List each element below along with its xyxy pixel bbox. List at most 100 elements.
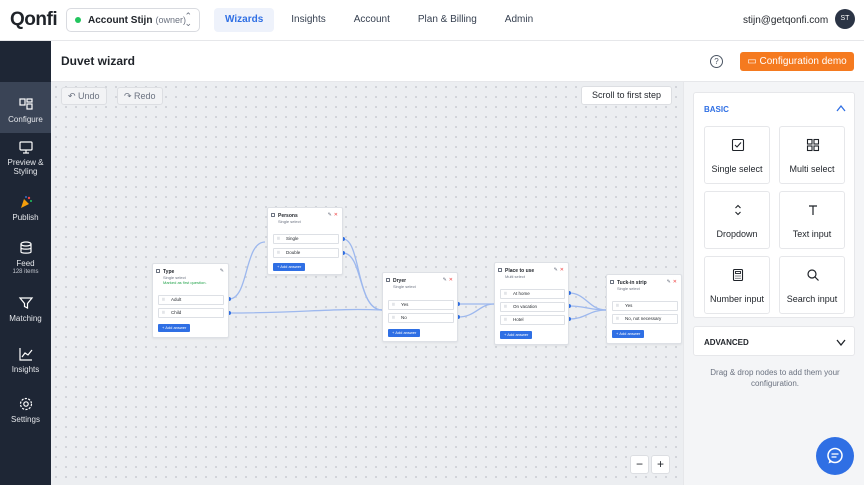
sidebar-item-insights[interactable]: Insights [0,346,51,378]
sidebar-item-label: Publish [12,213,39,222]
page-header: Duvet wizard ? ▭ Configuration demo [51,41,864,82]
card-label: Single select [711,164,763,174]
checkbox-icon [610,280,614,284]
feed-count: 128 items [12,269,39,275]
answer-item[interactable]: Single [273,234,339,244]
tab-account[interactable]: Account [343,8,401,32]
tab-insights[interactable]: Insights [280,8,336,32]
sidebar-item-label: Insights [11,365,40,374]
sidebar-item-label: Matching [9,314,42,323]
sidebar-item-settings[interactable]: Settings [0,396,51,428]
chevron-updown-icon: ⌃ ⌄ [184,11,192,28]
zoom-in-button[interactable]: + [651,455,670,474]
calculator-icon [732,268,744,282]
answer-item[interactable]: At home [500,289,565,299]
node-subtitle: Multi select [505,274,526,279]
account-role: (owner) [155,15,186,25]
edit-icon[interactable]: ✎ [328,212,332,218]
flow-canvas[interactable]: ↶ Undo ↷ Redo Scroll to first step Type … [51,82,683,485]
card-label: Dropdown [716,229,758,239]
sidebar-item-publish[interactable]: Publish [0,194,51,226]
checkbox-icon [271,213,275,217]
node-subtitle: Single select [393,284,416,289]
edit-icon[interactable]: ✎ [554,267,558,273]
answer-item[interactable]: Adult [158,295,224,305]
answer-item[interactable]: Hotel [500,315,565,325]
node-subtitle: Single select [278,219,301,224]
close-icon[interactable]: ✕ [334,212,338,218]
video-icon: ▭ [747,56,760,67]
close-icon[interactable]: ✕ [560,267,564,273]
close-icon[interactable]: ✕ [449,277,453,283]
account-switcher[interactable]: Account Stijn (owner) ⌃ ⌄ [66,8,200,32]
node-subtitle: Single select [617,286,640,291]
palette-text-input[interactable]: Text input [779,191,845,249]
monitor-icon [18,141,33,154]
chevron-updown-icon [735,204,741,216]
node-persons[interactable]: Persons Single select ✎✕ Single Double +… [267,207,343,275]
gear-icon [19,397,32,411]
node-type[interactable]: Type Single select Marked as first quest… [152,263,229,338]
sidebar-item-label: Configure [8,115,43,124]
advanced-section[interactable]: ADVANCED [693,326,855,356]
answer-item[interactable]: Double [273,248,339,258]
basic-section-header[interactable]: BASIC [704,105,729,114]
zoom-out-button[interactable]: − [630,455,649,474]
tab-plan-billing[interactable]: Plan & Billing [407,8,488,32]
tab-wizards[interactable]: Wizards [214,8,275,32]
palette-number-input[interactable]: Number input [704,256,770,314]
node-tuck-in-strip[interactable]: Tuck-in strip Single select ✎✕ Yes No, n… [606,274,682,344]
sidebar-item-feed[interactable]: Feed 128 items [0,240,51,280]
qonfi-logo[interactable]: Qonfi [10,9,58,31]
search-icon [807,269,819,281]
user-email[interactable]: stijn@getqonfi.com [743,15,828,26]
configure-icon [18,98,33,110]
add-answer-button[interactable]: + Add answer [388,329,421,337]
palette-multi-select[interactable]: Multi select [779,126,845,184]
checkbox-icon [386,278,390,282]
add-answer-button[interactable]: + Add answer [273,263,306,271]
help-icon[interactable]: ? [710,55,723,68]
edit-icon[interactable]: ✎ [443,277,447,283]
chevron-down-icon[interactable] [836,338,846,346]
answer-item[interactable]: No [388,313,454,323]
node-dryer[interactable]: Dryer Single select ✎✕ Yes No + Add answ… [382,272,458,342]
palette-single-select[interactable]: Single select [704,126,770,184]
node-place-to-use[interactable]: Place to use Multi select ✎✕ At home On … [494,262,569,345]
card-label: Search input [786,294,838,304]
configuration-demo-button[interactable]: ▭ Configuration demo [740,52,854,71]
add-answer-button[interactable]: + Add answer [612,330,645,338]
party-popper-icon [20,196,32,208]
chat-icon [827,447,843,464]
status-dot [75,17,81,23]
tab-admin[interactable]: Admin [494,8,544,32]
account-name: Account Stijn [88,14,153,26]
filter-icon [18,297,33,309]
sidebar-item-preview[interactable]: Preview & Styling [0,139,51,181]
add-answer-button[interactable]: + Add answer [158,324,191,332]
chat-widget-button[interactable] [816,437,854,475]
add-answer-button[interactable]: + Add answer [500,331,533,339]
card-label: Number input [709,294,765,304]
answer-item[interactable]: Yes [388,300,454,310]
edit-icon[interactable]: ✎ [667,279,671,285]
sidebar-item-configure[interactable]: Configure [0,82,51,133]
page-title: Duvet wizard [61,54,136,68]
advanced-section-header[interactable]: ADVANCED [704,338,749,347]
answer-item[interactable]: Child [158,308,224,318]
chevron-up-icon[interactable] [836,104,846,112]
connections [227,237,681,321]
grid-icon [498,268,502,272]
palette-search-input[interactable]: Search input [779,256,845,314]
chart-icon [18,348,32,361]
answer-item[interactable]: On vacation [500,302,565,312]
drag-drop-hint: Drag & drop nodes to add them your confi… [710,368,840,388]
sidebar-item-matching[interactable]: Matching [0,295,51,327]
close-icon[interactable]: ✕ [673,279,677,285]
avatar[interactable]: ST [835,9,855,29]
answer-item[interactable]: No, not necessary [612,314,678,324]
palette-dropdown[interactable]: Dropdown [704,191,770,249]
answer-item[interactable]: Yes [612,301,678,311]
demo-label: Configuration demo [759,56,847,67]
edit-icon[interactable]: ✎ [220,268,224,274]
